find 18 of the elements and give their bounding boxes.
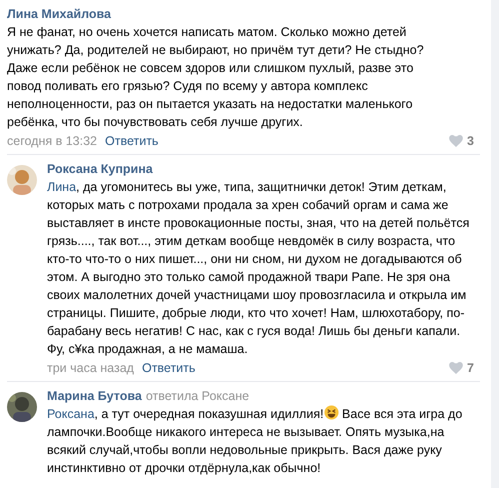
reply-link[interactable]: Ответить	[105, 133, 158, 149]
comment-text: Лина, да угомонитесь вы уже, типа, защитнички деток! Этим деткам, которых мать с потрохами продала за хрен собачий оргам и сама же выставляет в инсте провокационные посты, зная, что на детей польётся грязь...., так вот..., этим деткам вообще невдомёк в силу возраста, что кто-то что-то о них пишет..., они ни сном, ни духом не догадываются об этом. А выгодно это только самой продажной твари Рапе. Не зря она своих малолетних дочей участницами шоу провозгласила и открыла им страницы. Пишите, добрые люди, кто что хочет! Нам, шлюхотабору, по-барабану весь негатив! С нас, как с гуся вода! Лишь бы деньги капали. Фу, с¥ка продажная, а не мамаша.	[47, 179, 470, 358]
author-name[interactable]: Марина Бутова	[47, 387, 142, 405]
like-button[interactable]: 7	[449, 360, 474, 376]
reply-note: ответила Роксане	[146, 388, 250, 405]
timestamp: три часа назад	[47, 360, 134, 376]
author-name[interactable]: Лина Михайлова	[7, 5, 111, 23]
mention-link[interactable]: Лина	[47, 180, 76, 194]
comment-text: Роксана, а тут очередная показушная идиллия! Васе вся эта игра до лампочки.Вообще никакого интереса не вызывает. Опять музыка,на всякий случай,чтобы вопли недовольные прикрыть. Вася даже руку инстинктивно от дрочки отдёрнула,как обычно!	[47, 405, 464, 477]
mention-link[interactable]: Роксана	[47, 407, 94, 421]
author-name[interactable]: Роксана Куприна	[47, 160, 153, 178]
heart-icon	[449, 362, 464, 374]
reply-link[interactable]: Ответить	[142, 360, 196, 376]
heart-icon	[449, 135, 464, 147]
timestamp: сегодня в 13:32	[7, 133, 97, 149]
comment-text: Я не фанат, но очень хочется написать матом. Сколько можно детей унижать? Да, родителей не выбирают, но причём тут дети? Не стыдно? Даже если ребёнок не совсем здоров или слишком пухлый, разве это повод поливать его грязью? Судя по всему у автора комплекс неполноценности, раз он пытается указать на недостатки маленького ребёнка, что бы почувствовать себя лучше других.	[7, 24, 425, 131]
like-button[interactable]: 3	[449, 133, 474, 149]
laughing-face-icon	[324, 405, 339, 420]
